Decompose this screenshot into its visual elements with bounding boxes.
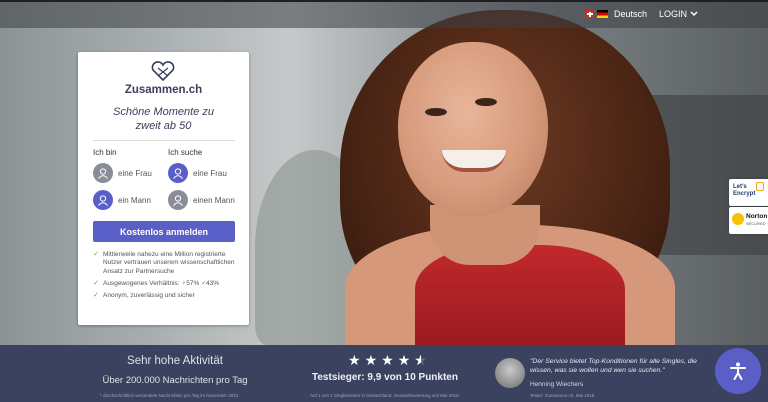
- badge-line2: Encrypt: [733, 191, 756, 197]
- tagline-line1: Schöne Momente zu: [113, 106, 214, 118]
- star-icon: ★: [397, 352, 411, 368]
- lets-encrypt-badge[interactable]: Let's Encrypt: [729, 179, 768, 206]
- star-icon: ★: [364, 352, 378, 368]
- woman-red-top: [415, 245, 625, 345]
- option-label: ein Mann: [118, 195, 151, 205]
- accessibility-button[interactable]: [715, 348, 761, 394]
- woman-avatar-icon: [168, 163, 188, 183]
- star-icon: ★: [348, 352, 361, 368]
- half-star-icon: ★★: [414, 352, 427, 368]
- activity-subtitle: Über 200.000 Nachrichten pro Tag: [102, 375, 248, 386]
- norton-badge[interactable]: Norton SECURED: [729, 207, 768, 234]
- tester-avatar: [495, 358, 525, 388]
- lock-icon: [756, 182, 764, 191]
- login-label: LOGIN: [659, 9, 688, 19]
- accessibility-icon: [730, 362, 746, 380]
- tagline-line2: zweit ab 50: [135, 120, 192, 132]
- i-am-woman-option[interactable]: eine Frau: [93, 163, 152, 183]
- rating-footnote: Auf 1 von 1 Singlebörsen in Deutschland,…: [310, 393, 459, 398]
- activity-title: Sehr hohe Aktivität: [127, 355, 223, 367]
- badge-line2: SECURED: [746, 221, 766, 226]
- signup-card: Zusammen.ch Schöne Momente zu zweit ab 5…: [78, 52, 249, 325]
- checkmark-icon: [732, 213, 744, 225]
- top-bar: [0, 0, 768, 28]
- man-avatar-icon: [93, 190, 113, 210]
- german-flag-icon: [597, 10, 608, 18]
- woman-avatar-icon: [93, 163, 113, 183]
- badge-line1: Let's: [733, 184, 747, 190]
- language-selector[interactable]: Deutsch: [585, 9, 647, 19]
- option-label: einen Mann: [193, 195, 235, 205]
- eye-right: [475, 98, 497, 106]
- tagline: Schöne Momente zu zweit ab 50: [78, 105, 249, 133]
- woman-face: [398, 42, 548, 217]
- brand-name: Zusammen.ch: [124, 84, 203, 96]
- rating-label: Testsieger: 9,9 von 10 Punkten: [312, 372, 458, 383]
- tester-name: Henning Wiechers: [530, 381, 584, 388]
- chevron-down-icon: [690, 11, 698, 17]
- testimonial-quote: "Der Service bietet Top-Konditionen für …: [530, 358, 697, 374]
- badge-line1: Norton: [746, 213, 768, 220]
- heart-logo-icon: [151, 61, 175, 82]
- i-am-man-option[interactable]: ein Mann: [93, 190, 151, 210]
- star-icon: ★: [381, 352, 394, 368]
- divider: [93, 140, 235, 141]
- list-item: Anonym, zuverlässig und sicher: [93, 292, 238, 301]
- eye-left: [425, 108, 447, 116]
- list-item: Ausgewogenes Verhältnis: ♀57% ♂43%: [93, 280, 238, 289]
- benefit-list: Mittlerweile nahezu eine Million registr…: [93, 251, 238, 304]
- seeking-label: Ich suche: [168, 148, 203, 157]
- rating-stars: ★ ★ ★ ★ ★★: [348, 353, 427, 367]
- list-item: Mittlerweile nahezu eine Million registr…: [93, 251, 238, 276]
- language-label: Deutsch: [614, 9, 648, 19]
- activity-footnote: * durchschnittlich versendete Nachrichte…: [100, 393, 239, 398]
- tester-footnote: Tester: Zusammen.ch, Mai 2019: [530, 393, 595, 398]
- i-am-label: Ich bin: [93, 148, 117, 157]
- signup-button[interactable]: Kostenlos anmelden: [93, 221, 235, 242]
- option-label: eine Frau: [193, 168, 227, 178]
- login-button[interactable]: LOGIN: [659, 9, 698, 19]
- man-avatar-icon: [168, 190, 188, 210]
- seeking-man-option[interactable]: einen Mann: [168, 190, 235, 210]
- option-label: eine Frau: [118, 168, 152, 178]
- seeking-woman-option[interactable]: eine Frau: [168, 163, 227, 183]
- swiss-flag-icon: [585, 10, 594, 18]
